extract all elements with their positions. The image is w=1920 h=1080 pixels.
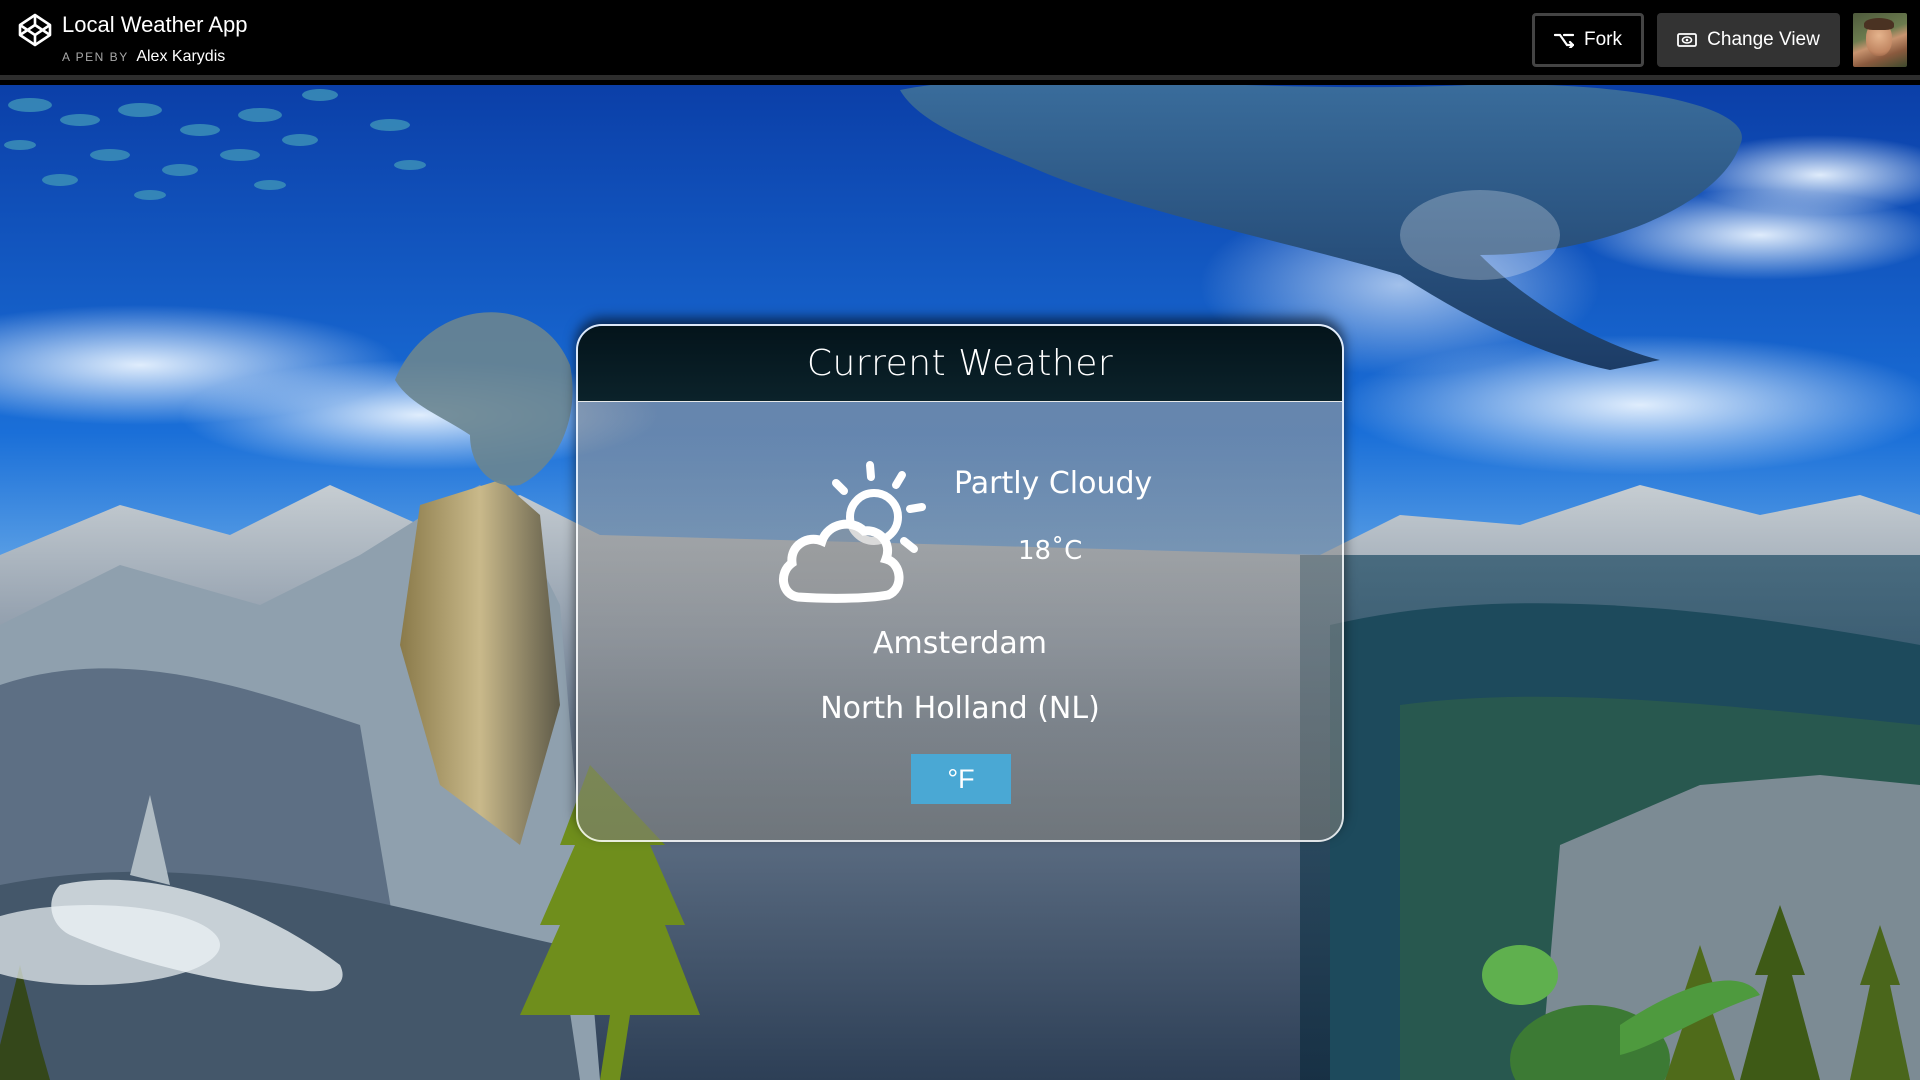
weather-card-body: Partly Cloudy 18˚C Amsterdam North Holla… xyxy=(578,402,1342,840)
partly-cloudy-icon xyxy=(779,461,926,603)
eye-frame-icon xyxy=(1677,33,1698,47)
fork-label: Fork xyxy=(1584,29,1622,50)
unit-toggle-button[interactable]: °F xyxy=(911,754,1011,804)
pen-title[interactable]: Local Weather App xyxy=(62,12,248,38)
avatar-hair xyxy=(1864,18,1894,30)
byline-prefix: A PEN BY xyxy=(62,50,129,64)
codepen-logo-icon[interactable] xyxy=(17,12,53,48)
weather-card: Current Weather Partly Cloudy 18˚C Amste… xyxy=(576,324,1344,842)
change-view-button[interactable]: Change View xyxy=(1657,13,1840,67)
location-city: Amsterdam xyxy=(872,626,1048,661)
fork-icon xyxy=(1554,33,1574,48)
fork-button[interactable]: Fork xyxy=(1532,13,1644,67)
pen-byline: A PEN BY Alex Karydis xyxy=(62,48,225,66)
codepen-header: Local Weather App A PEN BY Alex Karydis … xyxy=(0,0,1920,80)
weather-card-title: Current Weather xyxy=(806,343,1114,384)
change-view-label: Change View xyxy=(1707,29,1820,50)
temperature: 18˚C xyxy=(1018,536,1083,566)
user-avatar[interactable] xyxy=(1853,13,1907,67)
weather-condition: Partly Cloudy xyxy=(954,466,1153,501)
location-region: North Holland (NL) xyxy=(820,691,1100,726)
weather-card-header: Current Weather xyxy=(578,326,1342,402)
author-link[interactable]: Alex Karydis xyxy=(136,48,225,65)
